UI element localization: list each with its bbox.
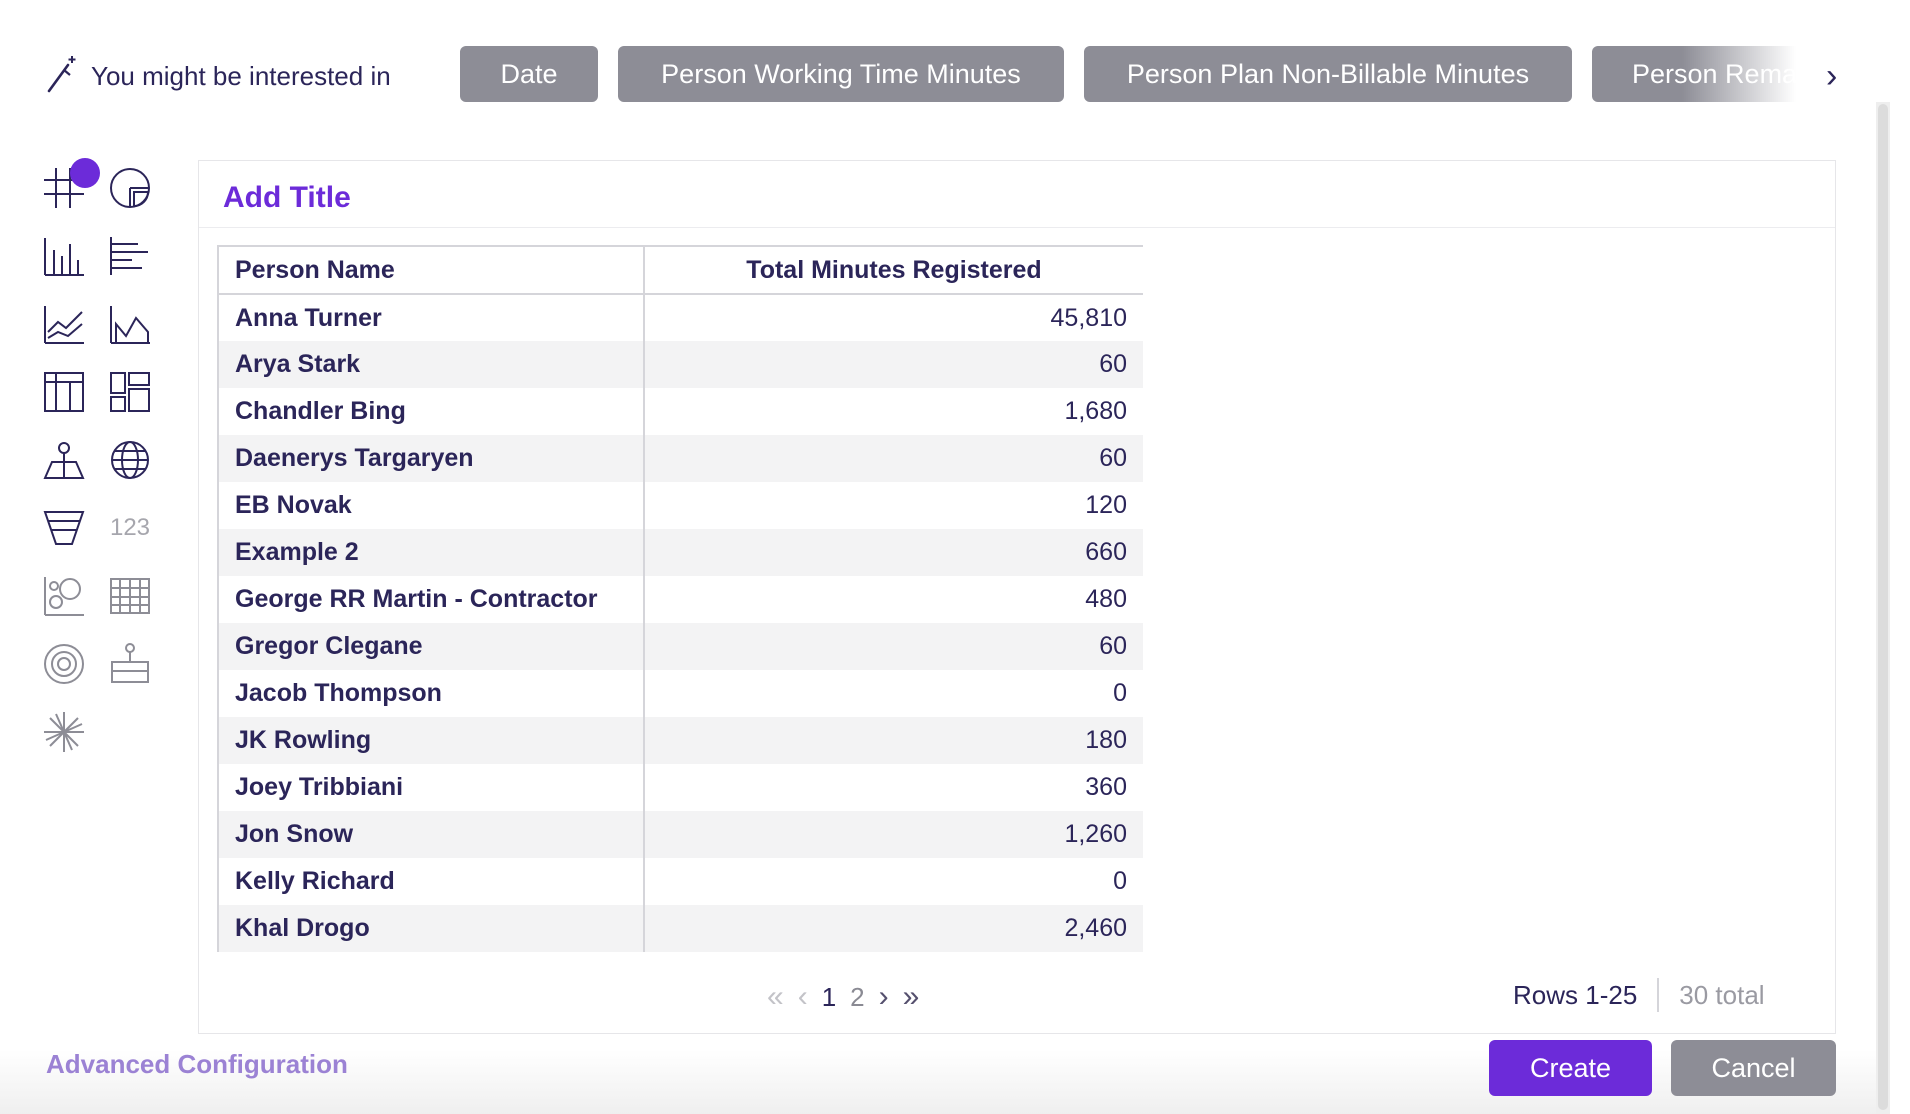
cell-person-name: Example 2 [217, 529, 645, 576]
rows-range: Rows 1-25 [1513, 979, 1638, 1010]
pivot-table-icon[interactable] [40, 368, 88, 416]
visualization-picker: 123 [30, 156, 180, 776]
bar-chart-icon[interactable] [106, 232, 154, 280]
cell-total-minutes: 660 [644, 529, 1143, 576]
number-label: 123 [109, 514, 151, 541]
cell-total-minutes: 60 [644, 341, 1143, 388]
column-chart-icon[interactable] [40, 232, 88, 280]
table-icon[interactable] [40, 158, 100, 212]
next-page-icon[interactable]: › [879, 982, 889, 1012]
suggestion-chip-working-time[interactable]: Person Working Time Minutes [618, 46, 1064, 102]
cell-total-minutes: 0 [644, 670, 1143, 717]
cell-person-name: Kelly Richard [217, 858, 645, 905]
suggestion-chip-date[interactable]: Date [460, 46, 598, 102]
data-table-container[interactable]: Person Name Total Minutes Registered Ann… [217, 245, 1143, 957]
cell-person-name: Gregor Clegane [217, 623, 645, 670]
table-row: Kelly Richard 0 [217, 858, 1143, 905]
table-row: Gregor Clegane 60 [217, 623, 1143, 670]
divider [1657, 978, 1660, 1012]
funnel-icon[interactable] [40, 504, 88, 552]
suggestion-chip-remaining[interactable]: Person Remai [1592, 46, 1802, 102]
cell-total-minutes: 2,460 [644, 905, 1143, 952]
cell-total-minutes: 120 [644, 482, 1143, 529]
create-button[interactable]: Create [1489, 1040, 1652, 1096]
rows-total: 30 total [1679, 979, 1765, 1010]
previous-page-icon[interactable]: ‹ [798, 982, 808, 1012]
table-row: Jon Snow 1,260 [217, 811, 1143, 858]
page-1[interactable]: 1 [822, 982, 836, 1013]
cell-person-name: Khal Drogo [217, 905, 645, 952]
table-row: Jacob Thompson 0 [217, 670, 1143, 717]
chevron-right-icon[interactable]: › [1826, 56, 1837, 96]
cell-person-name: Jon Snow [217, 811, 645, 858]
cell-total-minutes: 360 [644, 764, 1143, 811]
pie-chart-icon[interactable] [106, 164, 154, 212]
table-row: Daenerys Targaryen 60 [217, 435, 1143, 482]
heatmap-icon[interactable] [106, 572, 154, 620]
cell-person-name: JK Rowling [217, 717, 645, 764]
cancel-button[interactable]: Cancel [1671, 1040, 1836, 1096]
number-icon[interactable]: 123 [106, 504, 154, 552]
cell-total-minutes: 60 [644, 435, 1143, 482]
table-row: Anna Turner 45,810 [217, 294, 1143, 341]
table-row: George RR Martin - Contractor 480 [217, 576, 1143, 623]
cell-total-minutes: 45,810 [644, 294, 1143, 341]
area-chart-icon[interactable] [106, 300, 154, 348]
column-header-person-name[interactable]: Person Name [217, 245, 645, 295]
suggestion-chip-plan-non-billable[interactable]: Person Plan Non-Billable Minutes [1084, 46, 1572, 102]
globe-icon[interactable] [106, 436, 154, 484]
table-row: Chandler Bing 1,680 [217, 388, 1143, 435]
cell-total-minutes: 180 [644, 717, 1143, 764]
report-panel: Add Title Person Name Total Minutes Regi… [198, 160, 1836, 1034]
cell-person-name: Chandler Bing [217, 388, 645, 435]
table-row: EB Novak 120 [217, 482, 1143, 529]
table-row: Example 2 660 [217, 529, 1143, 576]
table-row: Khal Drogo 2,460 [217, 905, 1143, 952]
sunburst-icon[interactable] [40, 708, 88, 756]
cell-person-name: Daenerys Targaryen [217, 435, 645, 482]
waterfall-icon[interactable] [106, 640, 154, 688]
table-row: JK Rowling 180 [217, 717, 1143, 764]
suggestions-label: You might be interested in [91, 61, 391, 91]
table-body: Anna Turner 45,810 Arya Stark 60 Chandler Bi… [217, 294, 1143, 952]
cell-person-name: Jacob Thompson [217, 670, 645, 717]
panel-title[interactable]: Add Title [223, 181, 351, 215]
map-icon[interactable] [40, 436, 88, 484]
data-table: Person Name Total Minutes Registered Ann… [217, 245, 1143, 952]
column-header-total-minutes[interactable]: Total Minutes Registered [643, 245, 1143, 295]
table-row: Joey Tribbiani 360 [217, 764, 1143, 811]
cell-total-minutes: 60 [644, 623, 1143, 670]
page-2[interactable]: 2 [850, 982, 864, 1013]
magic-wand-icon [47, 56, 76, 93]
active-indicator [70, 158, 100, 188]
table-header-row: Person Name Total Minutes Registered [217, 245, 1143, 295]
radial-icon[interactable] [40, 640, 88, 688]
table-row: Arya Stark 60 [217, 341, 1143, 388]
line-chart-icon[interactable] [40, 300, 88, 348]
cell-total-minutes: 0 [644, 858, 1143, 905]
cell-person-name: Arya Stark [217, 341, 645, 388]
divider [199, 227, 1835, 228]
first-page-icon[interactable]: « [767, 982, 784, 1012]
advanced-configuration-link[interactable]: Advanced Configuration [46, 1049, 348, 1080]
rows-info: Rows 1-25 30 total [1513, 975, 1765, 1015]
cell-person-name: Joey Tribbiani [217, 764, 645, 811]
cell-total-minutes: 1,680 [644, 388, 1143, 435]
suggestions-bar: You might be interested in Date Person W… [0, 0, 1910, 102]
cell-total-minutes: 1,260 [644, 811, 1143, 858]
dashboard-layout-icon[interactable] [106, 368, 154, 416]
cell-person-name: EB Novak [217, 482, 645, 529]
bubble-chart-icon[interactable] [40, 572, 88, 620]
suggestion-chips: Date Person Working Time Minutes Person … [460, 46, 1802, 102]
cell-person-name: George RR Martin - Contractor [217, 576, 645, 623]
cell-person-name: Anna Turner [217, 294, 645, 341]
scrollbar-thumb[interactable] [1878, 104, 1888, 1110]
last-page-icon[interactable]: » [903, 982, 920, 1012]
pagination: « ‹ 1 2 › » [767, 977, 919, 1017]
cell-total-minutes: 480 [644, 576, 1143, 623]
